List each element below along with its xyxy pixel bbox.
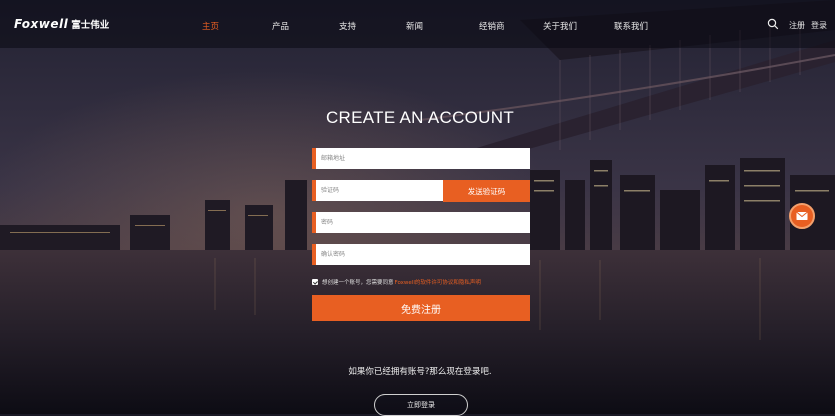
nav-item-products[interactable]: 产品 bbox=[272, 20, 289, 32]
login-now-button[interactable]: 立即登录 bbox=[374, 394, 468, 416]
background-cityscape bbox=[0, 0, 835, 414]
search-icon[interactable] bbox=[767, 18, 779, 30]
send-code-button[interactable]: 发送验证码 bbox=[443, 180, 530, 202]
nav-item-support[interactable]: 支持 bbox=[339, 20, 356, 32]
email-field[interactable] bbox=[312, 148, 530, 169]
agreement-row: 想创建一个账号，您需要同意 Foxwell的软件许可协议和隐私声明 bbox=[312, 277, 481, 287]
have-account-text: 如果你已经拥有账号?那么现在登录吧. bbox=[348, 367, 492, 377]
agree-text: 想创建一个账号，您需要同意 bbox=[322, 280, 394, 286]
password-field[interactable] bbox=[312, 212, 530, 233]
nav-item-home[interactable]: 主页 bbox=[202, 20, 219, 32]
page-title: CREATE AN ACCOUNT bbox=[325, 108, 515, 127]
register-button[interactable]: 免费注册 bbox=[312, 295, 530, 321]
mail-icon bbox=[796, 211, 808, 220]
nav-item-contact[interactable]: 联系我们 bbox=[614, 20, 648, 32]
nav-item-about[interactable]: 关于我们 bbox=[543, 20, 577, 32]
mail-float-button[interactable] bbox=[789, 203, 815, 229]
nav-item-dealers[interactable]: 经销商 bbox=[479, 20, 505, 32]
header-login-link[interactable]: 登录 bbox=[811, 20, 827, 31]
license-agreement-link[interactable]: Foxwell的软件许可协议和隐私声明 bbox=[395, 278, 481, 286]
agree-checkbox[interactable] bbox=[312, 279, 318, 285]
nav-item-news[interactable]: 新闻 bbox=[406, 20, 423, 32]
main-nav: 主页 产品 支持 新闻 经销商 关于我们 联系我们 bbox=[0, 0, 835, 48]
header-register-link[interactable]: 注册 bbox=[789, 20, 805, 31]
verification-code-field[interactable] bbox=[312, 180, 444, 201]
confirm-password-field[interactable] bbox=[312, 244, 530, 265]
top-header: Foxwell 富士伟业 主页 产品 支持 新闻 经销商 关于我们 联系我们 注册… bbox=[0, 0, 835, 48]
